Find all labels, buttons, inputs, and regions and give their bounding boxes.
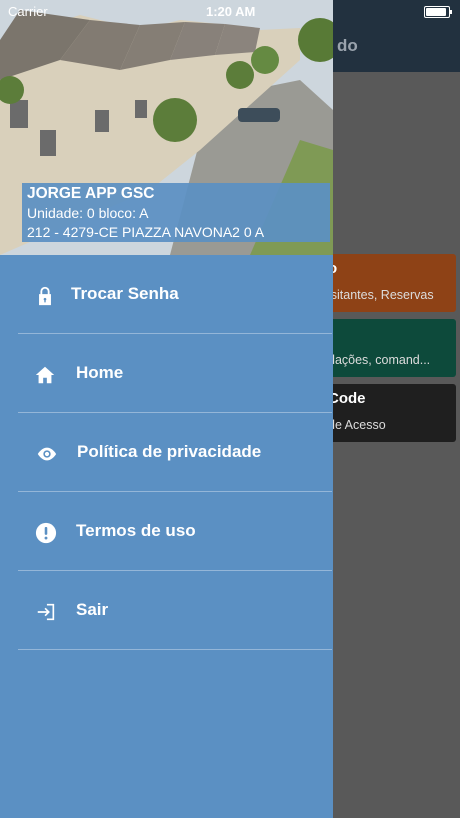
menu-item-trocar-senha[interactable]: Trocar Senha <box>18 255 332 334</box>
card-subtitle: isitantes, Reservas <box>328 288 434 302</box>
battery-icon <box>424 6 452 18</box>
background-title: do <box>337 36 358 55</box>
lock-icon <box>34 285 56 307</box>
menu-item-sair[interactable]: Sair <box>18 571 332 650</box>
user-unit: Unidade: 0 bloco: A <box>27 205 149 221</box>
home-icon <box>34 364 56 386</box>
background-card-qrcode[interactable]: Code de Acesso <box>318 384 456 442</box>
header-photo: JORGE APP GSC Unidade: 0 bloco: A 212 - … <box>0 0 333 255</box>
exclamation-icon <box>35 522 57 544</box>
side-drawer: JORGE APP GSC Unidade: 0 bloco: A 212 - … <box>0 0 333 818</box>
card-title: Code <box>328 390 366 407</box>
user-name: JORGE APP GSC <box>27 185 155 202</box>
menu-item-home[interactable]: Home <box>18 334 332 413</box>
eye-icon <box>35 443 57 465</box>
menu-item-label: Home <box>76 363 124 382</box>
menu-item-label: Política de privacidade <box>77 442 262 461</box>
menu-item-label: Sair <box>76 600 109 619</box>
menu-item-label: Trocar Senha <box>71 284 179 303</box>
card-subtitle: dações, comand... <box>328 353 431 367</box>
carrier-label: Carrier <box>8 4 48 19</box>
status-bar: Carrier 1:20 AM <box>0 0 460 22</box>
clock: 1:20 AM <box>206 4 256 19</box>
logout-icon <box>35 601 57 623</box>
user-address: 212 - 4279-CE PIAZZA NAVONA2 0 A <box>27 224 265 240</box>
user-info-panel: JORGE APP GSC Unidade: 0 bloco: A 212 - … <box>22 183 330 242</box>
background-card-orders[interactable]: dações, comand... <box>318 319 456 377</box>
menu-item-politica-privacidade[interactable]: Política de privacidade <box>18 413 332 492</box>
card-subtitle: de Acesso <box>328 418 386 432</box>
menu-item-label: Termos de uso <box>76 521 196 540</box>
menu-item-termos-de-uso[interactable]: Termos de uso <box>18 492 332 571</box>
background-card-visitors[interactable]: o isitantes, Reservas <box>318 254 456 312</box>
